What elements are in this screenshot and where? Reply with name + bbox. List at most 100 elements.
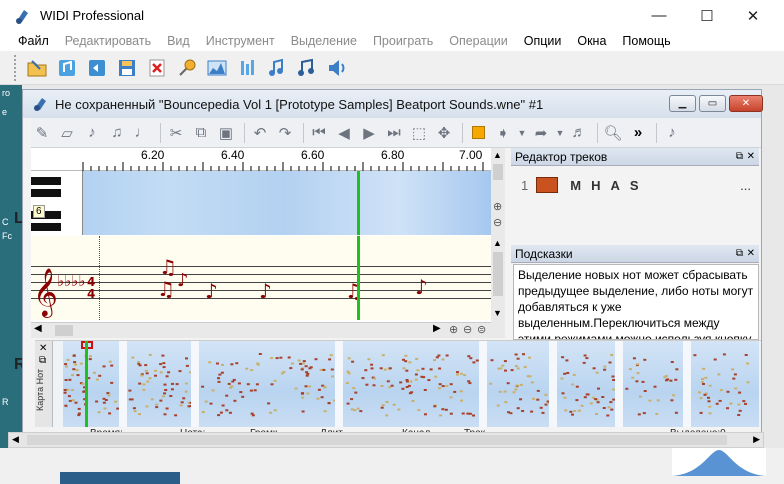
menu-view[interactable]: Вид bbox=[159, 34, 198, 48]
speaker-icon[interactable] bbox=[322, 54, 351, 82]
panel-float-icon[interactable]: ⧉ bbox=[736, 248, 743, 259]
menu-operations[interactable]: Операции bbox=[441, 34, 515, 48]
zoom-in-icon[interactable]: ⊕ bbox=[449, 323, 458, 336]
black-key[interactable] bbox=[31, 189, 61, 197]
editor-minimize-button[interactable]: ▁ bbox=[669, 95, 696, 112]
move-icon[interactable]: ✥ bbox=[433, 122, 455, 144]
scroll-thumb[interactable] bbox=[55, 325, 73, 336]
menu-selection[interactable]: Выделение bbox=[283, 34, 365, 48]
scroll-left-arrow[interactable]: ◀ bbox=[12, 434, 19, 445]
scroll-right-arrow[interactable]: ▶ bbox=[753, 434, 760, 445]
scroll-thumb[interactable] bbox=[27, 435, 727, 445]
playhead[interactable] bbox=[357, 171, 360, 235]
metronome-icon[interactable]: ♬ bbox=[568, 122, 590, 144]
prev-icon[interactable]: ◀ bbox=[333, 122, 355, 144]
save-icon[interactable] bbox=[112, 54, 141, 82]
menu-help[interactable]: Помощь bbox=[614, 34, 678, 48]
toolbar-grip[interactable] bbox=[14, 54, 18, 81]
next-icon[interactable]: ▶ bbox=[358, 122, 380, 144]
track-mute-button[interactable]: M bbox=[570, 178, 581, 193]
undo-icon[interactable]: ↶ bbox=[249, 122, 271, 144]
maximize-button[interactable]: ☐ bbox=[684, 0, 730, 31]
menu-windows[interactable]: Окна bbox=[569, 34, 614, 48]
scroll-up-arrow[interactable]: ▲ bbox=[493, 150, 502, 160]
bottom-horizontal-scrollbar[interactable]: ◀ ▶ bbox=[8, 432, 764, 448]
notes-icon[interactable] bbox=[292, 54, 321, 82]
go-start-icon[interactable]: ⏮ bbox=[308, 122, 330, 144]
track-h-button[interactable]: H bbox=[591, 178, 600, 193]
note-tool-icon[interactable]: ♩ bbox=[131, 122, 153, 144]
menu-play[interactable]: Проиграть bbox=[365, 34, 441, 48]
piano-keys[interactable]: 6 bbox=[31, 171, 83, 235]
music-staff[interactable]: 𝄞 ♭♭♭♭ 4 4 ♫ ♫ ♪ ♪ ♪ ♫ ♪ bbox=[31, 236, 491, 320]
panel-close-icon[interactable]: ✕ bbox=[747, 151, 755, 162]
black-key[interactable] bbox=[31, 223, 61, 231]
paste-icon[interactable]: ▣ bbox=[215, 122, 237, 144]
panel-tool-icon[interactable]: ♪ bbox=[661, 122, 683, 144]
menu-file[interactable]: Файл bbox=[10, 34, 57, 48]
zoom-in-icon[interactable]: ⊕ bbox=[493, 200, 502, 213]
track-more-button[interactable]: ... bbox=[740, 178, 751, 193]
app-logo-icon bbox=[16, 9, 28, 24]
editor-restore-button[interactable]: ▭ bbox=[699, 95, 726, 112]
record-icon[interactable] bbox=[82, 54, 111, 82]
menu-options[interactable]: Опции bbox=[516, 34, 570, 48]
note-editor[interactable]: 6.20 6.40 6.60 6.80 7.00 6 𝄞 ♭♭♭♭ 4 4 ♫ … bbox=[31, 148, 505, 338]
open-audio-icon[interactable] bbox=[52, 54, 81, 82]
scroll-down-arrow[interactable]: ▼ bbox=[493, 308, 502, 318]
copy-icon[interactable]: ⧉ bbox=[190, 122, 212, 144]
editor-close-button[interactable]: ✕ bbox=[729, 95, 763, 112]
dropdown-arrow-icon[interactable]: ▼ bbox=[555, 122, 565, 144]
time-ruler[interactable]: 6.20 6.40 6.60 6.80 7.00 bbox=[31, 148, 491, 171]
menu-edit[interactable]: Редактировать bbox=[57, 34, 159, 48]
notes-map-playhead[interactable] bbox=[85, 341, 88, 427]
eraser-icon[interactable]: ▱ bbox=[56, 122, 78, 144]
black-key[interactable] bbox=[31, 177, 61, 185]
track-color-swatch[interactable] bbox=[536, 177, 559, 193]
scroll-left-arrow[interactable]: ◀ bbox=[34, 323, 42, 334]
notes-map-close-icon[interactable]: ✕ bbox=[39, 343, 47, 354]
editor-vertical-scrollbar[interactable]: ▲ ⊕ ⊖ ▲ ▼ bbox=[491, 148, 505, 338]
scroll-thumb[interactable] bbox=[493, 252, 503, 296]
dropdown-arrow-icon[interactable]: ▼ bbox=[517, 122, 527, 144]
delete-note-icon[interactable]: ♫ bbox=[106, 122, 128, 144]
scroll-thumb[interactable] bbox=[493, 164, 503, 180]
scroll-right-arrow[interactable]: ▶ bbox=[433, 323, 441, 334]
overflow-icon[interactable]: » bbox=[627, 122, 649, 144]
go-end-icon[interactable]: ⏭ bbox=[383, 122, 405, 144]
track-solo-button[interactable]: S bbox=[630, 178, 639, 193]
select-icon[interactable]: ⬚ bbox=[408, 122, 430, 144]
stop-icon[interactable] bbox=[467, 122, 489, 144]
zoom-out-icon[interactable]: ⊖ bbox=[463, 323, 472, 336]
playhead[interactable] bbox=[357, 236, 360, 320]
panel-close-icon[interactable]: ✕ bbox=[747, 248, 755, 259]
spectrum-icon[interactable] bbox=[202, 54, 231, 82]
close-file-icon[interactable] bbox=[142, 54, 171, 82]
tracks-panel-title: Редактор треков bbox=[515, 149, 608, 164]
notes-map-overview[interactable] bbox=[63, 341, 759, 427]
redo-icon[interactable]: ↷ bbox=[274, 122, 296, 144]
menu-tool[interactable]: Инструмент bbox=[198, 34, 283, 48]
zoom-out-icon[interactable]: ⊖ bbox=[493, 216, 502, 229]
pencil-icon[interactable]: ✎ bbox=[31, 122, 53, 144]
play-loop-icon[interactable]: ➦ bbox=[530, 122, 552, 144]
tracks-panel-header[interactable]: Редактор треков ⧉ ✕ bbox=[511, 148, 759, 166]
tune-icon[interactable] bbox=[262, 54, 291, 82]
spectrogram-roll[interactable]: 6 bbox=[31, 171, 491, 235]
editor-title-bar[interactable]: Не сохраненный "Bouncepedia Vol 1 [Proto… bbox=[23, 90, 763, 118]
add-note-icon[interactable]: ♪ bbox=[81, 122, 103, 144]
minimize-button[interactable]: — bbox=[636, 0, 682, 31]
cut-icon[interactable]: ✂ bbox=[165, 122, 187, 144]
close-button[interactable]: ✕ bbox=[730, 0, 776, 31]
notes-map[interactable]: ✕ ⧉ Карта Нот bbox=[35, 340, 761, 427]
equalizer-icon[interactable] bbox=[232, 54, 261, 82]
track-a-button[interactable]: A bbox=[610, 178, 619, 193]
hints-panel-header[interactable]: Подсказки ⧉ ✕ bbox=[511, 245, 759, 263]
microphone-icon[interactable] bbox=[172, 54, 201, 82]
zoom-icon[interactable]: 🔍︎ bbox=[602, 122, 624, 144]
zoom-reset-icon[interactable]: ⊜ bbox=[477, 323, 486, 336]
scroll-up-arrow[interactable]: ▲ bbox=[493, 238, 502, 248]
play-from-icon[interactable]: ➧ bbox=[492, 122, 514, 144]
open-file-icon[interactable] bbox=[22, 54, 51, 82]
panel-float-icon[interactable]: ⧉ bbox=[736, 151, 743, 162]
